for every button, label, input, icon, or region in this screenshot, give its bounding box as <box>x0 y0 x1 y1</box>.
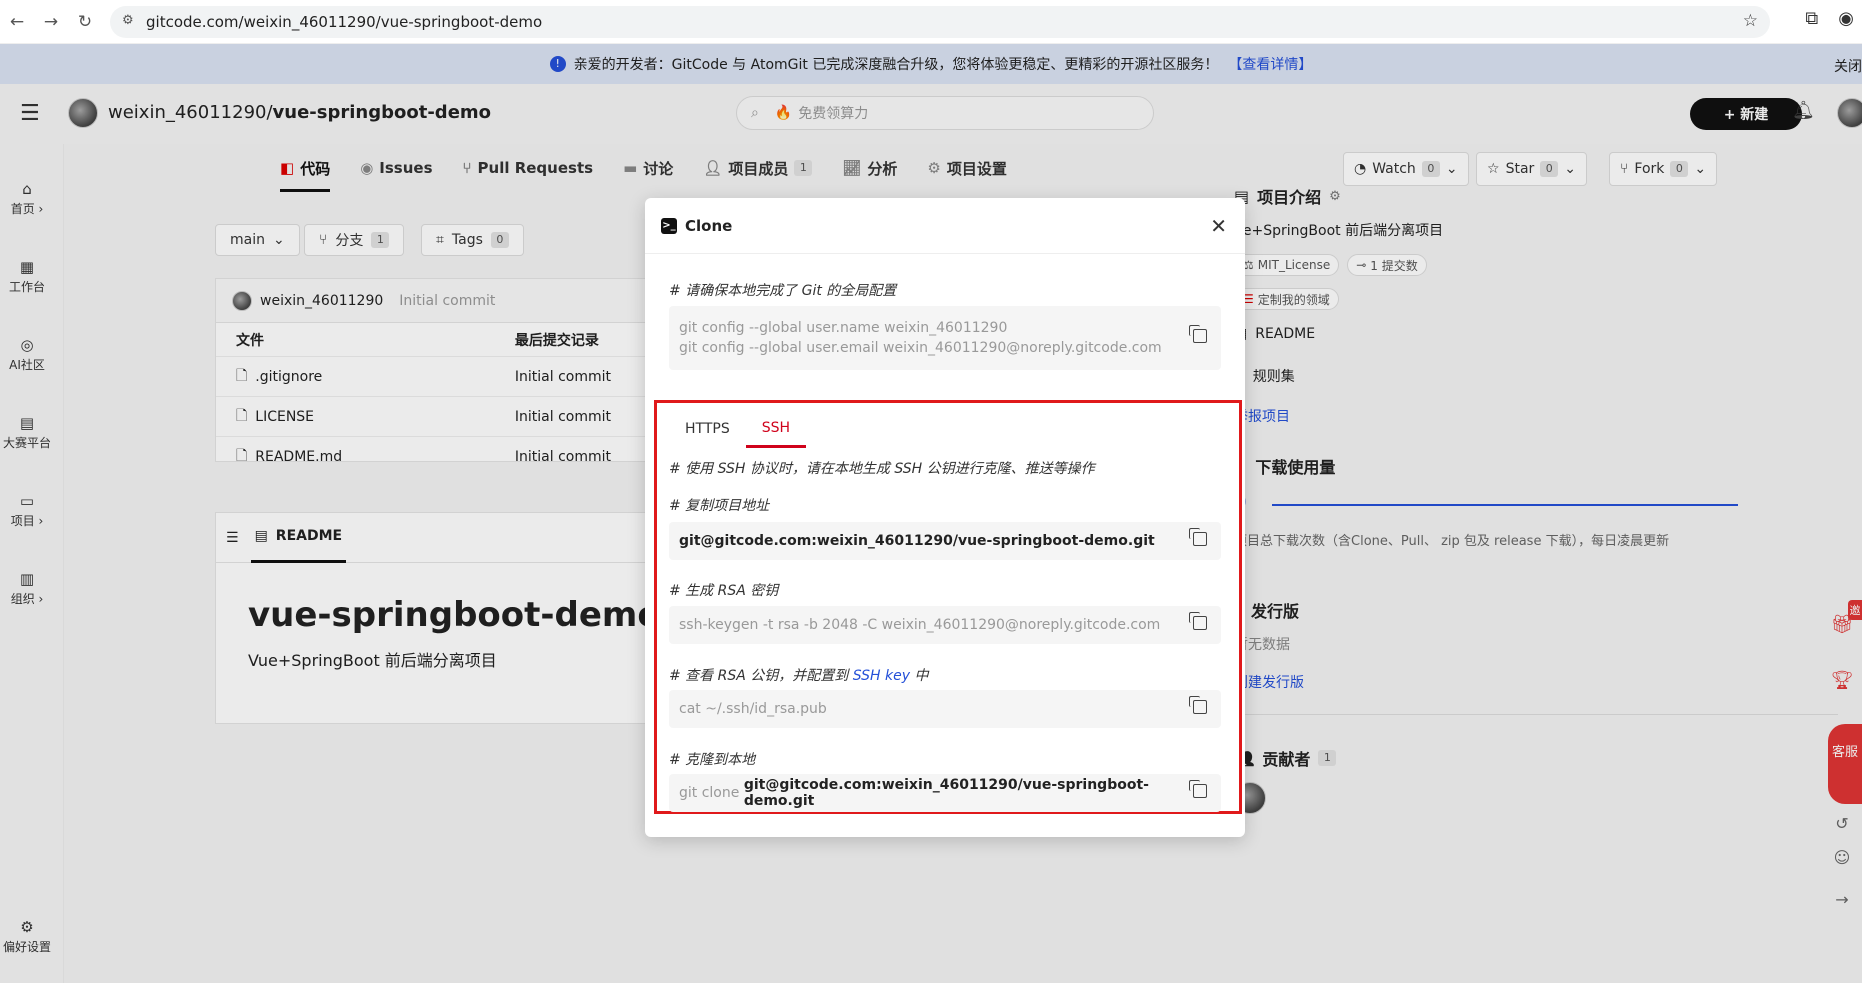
view-key-comment-text: # 查看 RSA 公钥，并配置到 <box>669 668 853 684</box>
address-bar[interactable]: ⚙ gitcode.com/weixin_46011290/vue-spring… <box>110 6 1770 38</box>
view-key-comment-suffix: 中 <box>910 668 929 684</box>
ssh-url-box: git@gitcode.com:weixin_46011290/vue-spri… <box>669 522 1221 560</box>
protocol-tabs: HTTPS SSH <box>669 410 807 448</box>
back-icon[interactable]: ← <box>0 12 34 32</box>
keygen-box: ssh-keygen -t rsa -b 2048 -C weixin_4601… <box>669 606 1221 644</box>
config-comment: # 请确保本地完成了 Git 的全局配置 <box>669 283 897 299</box>
reload-icon[interactable]: ↻ <box>68 12 102 32</box>
clone-prefix: git clone <box>679 785 744 801</box>
clone-comment: # 克隆到本地 <box>669 752 756 768</box>
cat-key-box: cat ~/.ssh/id_rsa.pub <box>669 690 1221 728</box>
git-config-box: git config --global user.name weixin_460… <box>669 306 1221 370</box>
copy-icon[interactable] <box>1189 780 1207 798</box>
bookmark-star-icon[interactable]: ☆ <box>1743 11 1758 31</box>
site-info-icon[interactable]: ⚙ <box>122 13 134 28</box>
url-text: gitcode.com/weixin_46011290/vue-springbo… <box>146 13 543 31</box>
profile-icon[interactable]: ◉ <box>1838 8 1854 29</box>
view-key-comment: # 查看 RSA 公钥，并配置到 SSH key 中 <box>669 665 928 685</box>
forward-icon[interactable]: → <box>34 12 68 32</box>
copy-icon[interactable] <box>1189 612 1207 630</box>
clone-dialog-title: Clone <box>685 216 733 235</box>
tab-ssh[interactable]: SSH <box>745 410 807 448</box>
browser-toolbar: ← → ↻ ⚙ gitcode.com/weixin_46011290/vue-… <box>0 0 1862 44</box>
copy-icon[interactable] <box>1189 696 1207 714</box>
extensions-icon[interactable]: ⧉ <box>1805 8 1818 29</box>
clone-command-box: git clone git@gitcode.com:weixin_4601129… <box>669 774 1221 812</box>
close-icon[interactable]: ✕ <box>1210 214 1227 238</box>
config-line-email[interactable]: git config --global user.email weixin_46… <box>679 340 1162 356</box>
clone-dialog: >_ Clone ✕ # 请确保本地完成了 Git 的全局配置 git conf… <box>645 198 1245 837</box>
config-line-name[interactable]: git config --global user.name weixin_460… <box>679 320 1007 336</box>
rsa-comment: # 生成 RSA 密钥 <box>669 583 779 599</box>
ssh-comment: # 使用 SSH 协议时，请在本地生成 SSH 公钥进行克隆、推送等操作 <box>669 461 1095 477</box>
copy-icon[interactable] <box>1189 325 1207 343</box>
tab-https[interactable]: HTTPS <box>669 410 746 448</box>
copy-icon[interactable] <box>1189 528 1207 546</box>
copy-address-comment: # 复制项目地址 <box>669 498 770 514</box>
ssh-url[interactable]: git@gitcode.com:weixin_46011290/vue-spri… <box>679 533 1155 549</box>
cat-command[interactable]: cat ~/.ssh/id_rsa.pub <box>679 701 827 717</box>
ssh-key-link[interactable]: SSH key <box>853 668 910 684</box>
keygen-command[interactable]: ssh-keygen -t rsa -b 2048 -C weixin_4601… <box>679 617 1160 633</box>
terminal-icon: >_ <box>661 217 677 234</box>
clone-dialog-header: >_ Clone <box>645 198 1245 254</box>
clone-url[interactable]: git@gitcode.com:weixin_46011290/vue-spri… <box>744 777 1211 809</box>
